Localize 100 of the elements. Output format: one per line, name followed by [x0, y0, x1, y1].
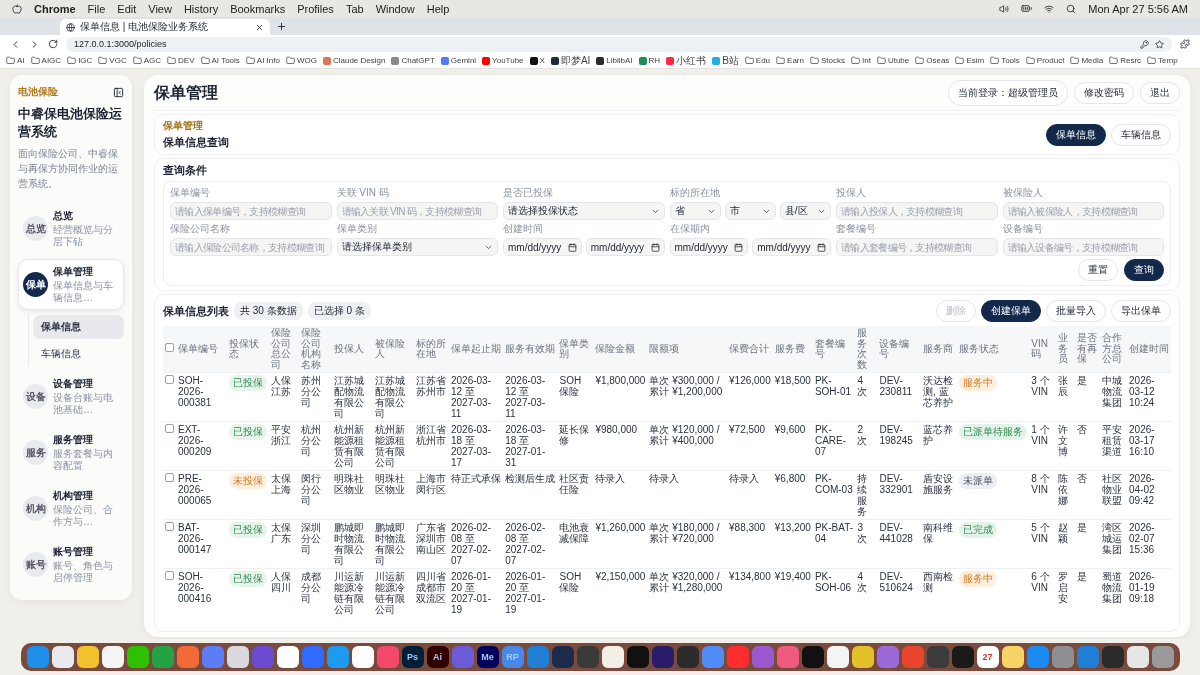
nav-subitem[interactable]: 车辆信息 [33, 342, 124, 367]
bookmark-link[interactable]: Oseas [915, 56, 950, 65]
query-button[interactable]: 重置 [1078, 259, 1118, 281]
bookmark-link[interactable]: Resrc [1109, 56, 1142, 65]
volume-icon[interactable] [999, 3, 1010, 14]
bookmark-link[interactable]: IGC [67, 56, 93, 65]
date-field[interactable]: mm/dd/yyyy [503, 238, 582, 256]
app-icon[interactable]: 27 [976, 646, 999, 668]
reload-icon[interactable] [48, 39, 58, 49]
bookmark-link[interactable]: AI [6, 56, 25, 65]
search-icon[interactable] [1066, 3, 1077, 14]
app-icon[interactable] [51, 646, 74, 668]
bookmark-link[interactable]: Tools [990, 56, 1020, 65]
bookmark-link[interactable]: 小红书 [666, 53, 707, 68]
menu-item[interactable]: File [87, 2, 106, 15]
input-field[interactable]: 请输入保单编号，支持模糊查询 [170, 202, 332, 220]
select-field[interactable]: 省 [669, 202, 721, 220]
query-button[interactable]: 查询 [1124, 259, 1164, 281]
menu-item[interactable]: Chrome [34, 2, 76, 15]
select-field[interactable]: 市 [724, 202, 776, 220]
checkbox[interactable] [165, 424, 174, 433]
checkbox[interactable] [165, 375, 174, 384]
extension-icon[interactable] [1180, 39, 1190, 49]
bookmark-link[interactable]: DEV [167, 56, 195, 65]
bookmark-link[interactable]: Edu [744, 56, 771, 65]
app-icon[interactable] [351, 646, 374, 668]
collapse-icon[interactable] [113, 86, 124, 98]
bookmark-link[interactable]: AGC [132, 56, 162, 65]
input-field[interactable]: 请输入被保险人，支持模糊查询 [1002, 202, 1164, 220]
menu-item[interactable]: History [183, 2, 219, 15]
star-icon[interactable] [1155, 39, 1164, 49]
input-field[interactable]: 请输入关联 VIN 码，支持模糊查询 [336, 202, 498, 220]
bookmark-link[interactable]: AIGC [30, 56, 62, 65]
nav-item[interactable]: 设备 设备管理 设备台账与电池基础… [18, 371, 124, 423]
bookmark-link[interactable]: Claude Design [322, 56, 386, 65]
bookmark-link[interactable]: X [529, 56, 545, 65]
app-icon[interactable] [1001, 646, 1024, 668]
input-field[interactable]: 请输入设备编号，支持模糊查询 [1002, 238, 1164, 256]
section-tab[interactable]: 车辆信息 [1111, 123, 1171, 146]
apple-logo-icon[interactable] [12, 3, 22, 14]
bookmark-link[interactable]: Utube [876, 56, 910, 65]
bookmark-link[interactable]: ChatGPT [391, 56, 435, 65]
list-button[interactable]: 批量导入 [1046, 300, 1106, 322]
app-icon[interactable] [126, 646, 149, 668]
input-field[interactable]: 请输入保险公司名称，支持模糊查询 [170, 238, 332, 256]
list-button[interactable]: 创建保单 [981, 300, 1041, 322]
input-field[interactable]: 请输入投保人，支持模糊查询 [836, 202, 998, 220]
bookmark-link[interactable]: Media [1070, 56, 1104, 65]
menu-item[interactable]: Edit [117, 2, 137, 15]
menu-item[interactable]: Profiles [297, 2, 334, 15]
nav-item[interactable]: 账号 账号管理 账号、角色与启停管理 [18, 539, 124, 591]
nav-item[interactable]: 机构 机构管理 保险公司、合作方与… [18, 483, 124, 535]
menu-item[interactable]: Tab [345, 2, 364, 15]
bookmark-link[interactable]: Stocks [809, 56, 845, 65]
nav-subitem[interactable]: 保单信息 [33, 315, 124, 340]
date-field[interactable]: mm/dd/yyyy [669, 238, 749, 256]
app-icon[interactable] [76, 646, 99, 668]
bookmark-link[interactable]: 即梦AI [550, 53, 591, 68]
select-field[interactable]: 县/区 [779, 202, 831, 220]
bookmark-link[interactable]: Int [851, 56, 871, 65]
nav-item[interactable]: 服务 服务管理 服务套餐与内容配置 [18, 427, 124, 479]
app-icon[interactable] [851, 646, 874, 668]
app-icon[interactable]: Me [476, 646, 499, 668]
input-field[interactable]: 请输入套餐编号，支持模糊查询 [836, 238, 998, 256]
bookmark-link[interactable]: Esim [955, 56, 985, 65]
bookmark-link[interactable]: Earn [776, 56, 804, 65]
app-icon[interactable] [276, 646, 299, 668]
address-field[interactable]: 127.0.0.1:3000/policies [66, 36, 1172, 52]
header-button[interactable]: 退出 [1140, 82, 1180, 104]
menu-item[interactable]: View [148, 2, 172, 15]
select-field[interactable]: 请选择保单类别 [336, 238, 498, 256]
browser-tab[interactable]: 保单信息 | 电池保险业务系统 [60, 19, 270, 35]
nav-item[interactable]: 总览 总览 经营概览与分层下钻 [18, 203, 124, 255]
bookmark-link[interactable]: AI Tools [200, 56, 240, 65]
select-field[interactable]: 请选择投保状态 [503, 202, 665, 220]
checkbox[interactable] [165, 473, 174, 482]
bookmark-link[interactable]: Product [1025, 56, 1065, 65]
bookmark-link[interactable]: B站 [712, 53, 739, 68]
list-button[interactable]: 导出保单 [1111, 300, 1171, 322]
app-icon[interactable] [601, 646, 624, 668]
bookmark-link[interactable]: RH [638, 56, 661, 65]
app-icon[interactable]: Ai [426, 646, 449, 668]
app-icon[interactable] [826, 646, 849, 668]
header-button[interactable]: 修改密码 [1074, 82, 1134, 104]
checkbox[interactable] [165, 343, 174, 353]
bookmark-link[interactable]: YouTube [482, 56, 524, 65]
menu-item[interactable]: Help [426, 2, 450, 15]
checkbox[interactable] [165, 571, 174, 580]
nav-item[interactable]: 保单 保单管理 保单信息与车辆信息… [18, 259, 124, 311]
wifi-icon[interactable] [1044, 3, 1055, 14]
bookmark-link[interactable]: Temp [1147, 56, 1178, 65]
new-tab-icon[interactable] [276, 21, 287, 32]
menu-item[interactable]: Window [375, 2, 415, 15]
date-field[interactable]: mm/dd/yyyy [585, 238, 665, 256]
app-icon[interactable] [101, 646, 124, 668]
app-icon[interactable] [226, 646, 249, 668]
close-icon[interactable] [255, 22, 264, 32]
checkbox[interactable] [165, 522, 174, 531]
bookmark-link[interactable]: AI Info [245, 56, 280, 65]
menu-item[interactable]: Bookmarks [230, 2, 286, 15]
